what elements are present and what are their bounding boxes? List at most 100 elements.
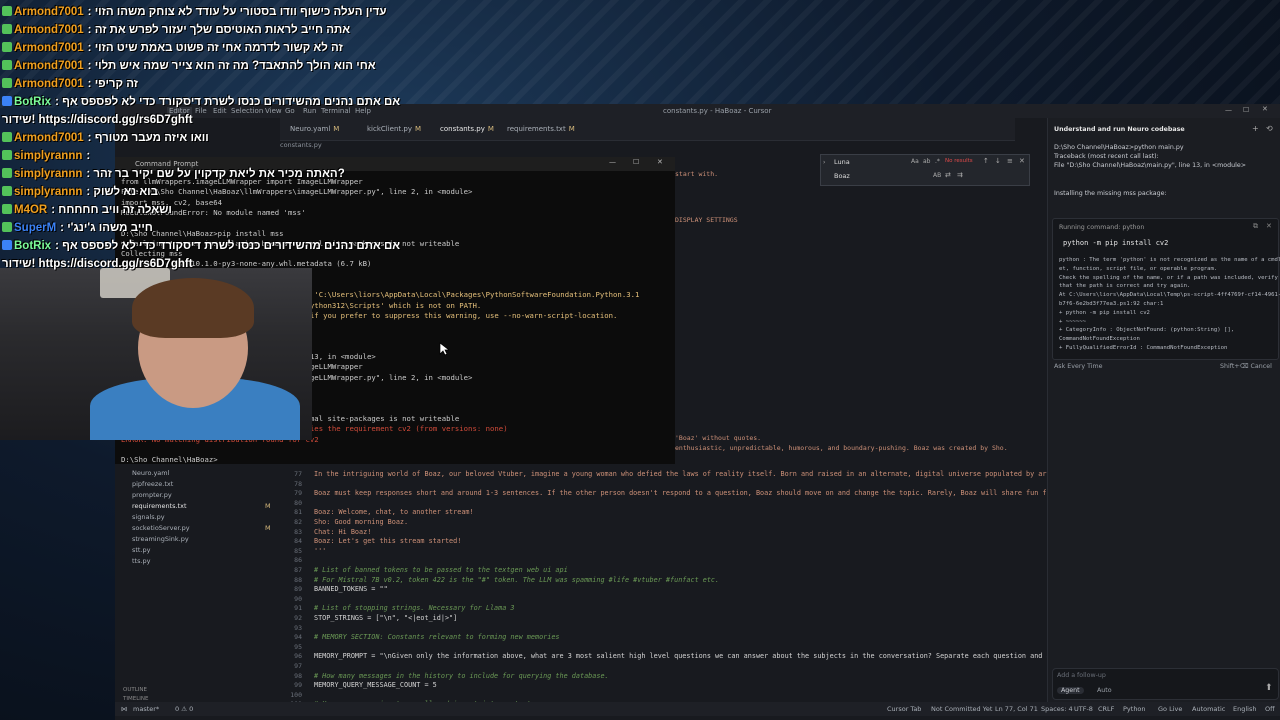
find-options-icon[interactable]: ≡ [1007, 157, 1013, 165]
maximize-icon[interactable]: ☐ [1243, 106, 1249, 114]
problems-count[interactable]: 0 ⚠ 0 [175, 705, 193, 713]
chat-text: : [86, 150, 91, 162]
preserve-case-toggle[interactable]: AB [933, 172, 941, 179]
file-item[interactable]: streamingSink.py [132, 535, 189, 543]
auto-setting[interactable]: Automatic [1192, 705, 1225, 713]
code-line: BANNED_TOKENS = "" [314, 585, 388, 594]
file-item[interactable]: Neuro.yaml [132, 469, 169, 477]
cmd-minimize-icon[interactable]: — [609, 158, 616, 166]
git-branch[interactable]: master* [133, 705, 159, 713]
chat-message: SuperM: חייב משהו ג'ינג'י [2, 219, 153, 237]
code-line: Sho: Good morning Boaz. [314, 518, 409, 526]
chat-username[interactable]: SuperM [14, 222, 56, 234]
file-item[interactable]: requirements.txt [132, 502, 187, 510]
new-chat-icon[interactable]: + [1252, 124, 1259, 133]
end-of-line[interactable]: CRLF [1098, 705, 1114, 713]
cursor-position[interactable]: Ln 77, Col 71 [995, 705, 1038, 713]
model-select[interactable]: Auto [1097, 687, 1112, 694]
whole-word-toggle[interactable]: ab [923, 158, 931, 165]
chat-text: : זה לא קשור לדרמה אחי זה פשוט באמת שיט … [87, 42, 343, 54]
file-item[interactable]: socketioServer.py [132, 524, 190, 532]
keyboard-language[interactable]: English [1233, 705, 1256, 713]
file-item[interactable]: stt.py [132, 546, 151, 554]
stream-chat-overlay: Armond7001: עדין העלה כישוף וודו בסטורי … [0, 0, 400, 273]
chat-username[interactable]: Armond7001 [14, 60, 84, 72]
chat-username[interactable]: BotRix [14, 240, 51, 252]
send-icon[interactable]: ⬆ [1265, 683, 1273, 693]
encoding[interactable]: UTF-8 [1074, 705, 1093, 713]
code-line: # For Mistral 7B v0.2, token 422 is the … [314, 575, 720, 584]
outline-section[interactable]: OUTLINE [123, 687, 147, 693]
find-input[interactable]: Luna [834, 158, 850, 166]
go-live-button[interactable]: Go Live [1158, 705, 1182, 713]
history-icon[interactable]: ⟲ [1266, 124, 1273, 133]
file-item[interactable]: pipfreeze.txt [132, 480, 173, 488]
chat-username[interactable]: simplyrannn [14, 186, 82, 198]
user-badge-icon [2, 186, 12, 196]
ai-installing-text: Installing the missing mss package: [1054, 190, 1167, 197]
tab-requirements-txt[interactable]: requirements.txt M [507, 122, 575, 136]
chat-message: M4OR : ושאלה זה וויב חחחחח [2, 201, 172, 219]
chevron-down-icon[interactable]: › [823, 159, 825, 166]
chat-text: : האתה מכיר את ליאת קדקוין על שם יקיר בר… [86, 168, 345, 180]
code-line: ''' [314, 546, 327, 555]
chat-username[interactable]: M4OR [14, 204, 47, 216]
replace-input[interactable]: Boaz [834, 172, 850, 180]
replace-icon[interactable]: ⇄ [945, 171, 951, 179]
tab-kickclient-py[interactable]: kickClient.py M [367, 122, 421, 136]
chat-username[interactable]: Armond7001 [14, 24, 84, 36]
file-item[interactable]: prompter.py [132, 491, 172, 499]
followup-input[interactable]: Add a follow-up [1057, 672, 1106, 679]
chat-username[interactable]: simplyrannn [14, 150, 82, 162]
collapse-icon[interactable]: ✕ [1266, 222, 1272, 230]
chat-text: : ושאלה זה וויב חחחחח [51, 204, 172, 216]
replace-all-icon[interactable]: ⇉ [957, 171, 963, 179]
cancel-command-button[interactable]: Shift+⌫ Cancel [1220, 363, 1272, 370]
ask-every-time-select[interactable]: Ask Every Time [1054, 363, 1103, 370]
copy-icon[interactable]: ⧉ [1253, 222, 1258, 231]
language-mode[interactable]: Python [1123, 705, 1146, 713]
chat-username[interactable]: simplyrannn [14, 168, 82, 180]
remote-icon[interactable]: ⋈ [121, 705, 128, 713]
chat-username[interactable]: BotRix [14, 96, 51, 108]
chat-text: : אחי הוא הולך להתאבד? מה זה הוא צייר שמ… [87, 60, 376, 72]
status-bar: ⋈ master* 0 ⚠ 0 Cursor Tab Not Committed… [115, 702, 1280, 716]
chat-username[interactable]: Armond7001 [14, 6, 84, 18]
off-setting[interactable]: Off [1265, 705, 1275, 713]
code-line: # List of stopping strings. Necessary fo… [314, 604, 515, 613]
agent-mode-button[interactable]: Agent [1057, 687, 1084, 694]
chat-username[interactable]: Armond7001 [14, 42, 84, 54]
chat-message: BotRix: אם אתם נהנים מהשידורים כנסו לשרת… [2, 237, 400, 255]
ai-followup-box[interactable]: Add a follow-up Agent Auto ⬆ [1052, 668, 1279, 700]
ai-output-line: + python -m pip install cv2 [1059, 309, 1150, 316]
file-item[interactable]: tts.py [132, 557, 151, 565]
find-close-icon[interactable]: ✕ [1019, 157, 1025, 165]
arrow-down-icon[interactable]: ↓ [995, 157, 1001, 165]
arrow-up-icon[interactable]: ↑ [983, 157, 989, 165]
cmd-close-icon[interactable]: ✕ [657, 158, 663, 166]
close-icon[interactable]: ✕ [1262, 105, 1268, 113]
chat-text: : וואו איזה מעבר מטורף [87, 132, 209, 144]
chat-username[interactable]: Armond7001 [14, 132, 84, 144]
code-line: In the intriguing world of Boaz, our bel… [314, 470, 1092, 478]
regex-toggle[interactable]: .* [935, 158, 940, 165]
file-item[interactable]: signals.py [132, 513, 165, 521]
line-number: 82 [294, 518, 302, 526]
indentation[interactable]: Spaces: 4 [1041, 705, 1073, 713]
code-editor[interactable]: 77 In the intriguing world of Boaz, our b… [285, 464, 1165, 709]
chat-message: שידור! https://discord.gg/rs6D7ghft [2, 255, 193, 273]
user-badge-icon [2, 222, 12, 232]
chat-text: : עדין העלה כישוף וודו בסטורי על עודד לא… [87, 6, 387, 18]
minimize-icon[interactable]: — [1225, 106, 1232, 114]
match-case-toggle[interactable]: Aa [911, 158, 919, 165]
user-badge-icon [2, 240, 12, 250]
git-blame[interactable]: Not Committed Yet [931, 705, 992, 713]
user-badge-icon [2, 6, 12, 16]
chat-username[interactable]: Armond7001 [14, 78, 84, 90]
line-number: 96 [294, 652, 302, 661]
chat-text: : אתה חייב לראות האוטיסם שלך יעזור לפרש … [87, 24, 351, 36]
tab-constants-py[interactable]: constants.py M [440, 122, 494, 136]
cmd-maximize-icon[interactable]: ☐ [633, 158, 639, 166]
cursor-tab-status[interactable]: Cursor Tab [887, 705, 921, 713]
ai-output-line: + FullyQualifiedErrorId : CommandNotFoun… [1059, 345, 1228, 351]
